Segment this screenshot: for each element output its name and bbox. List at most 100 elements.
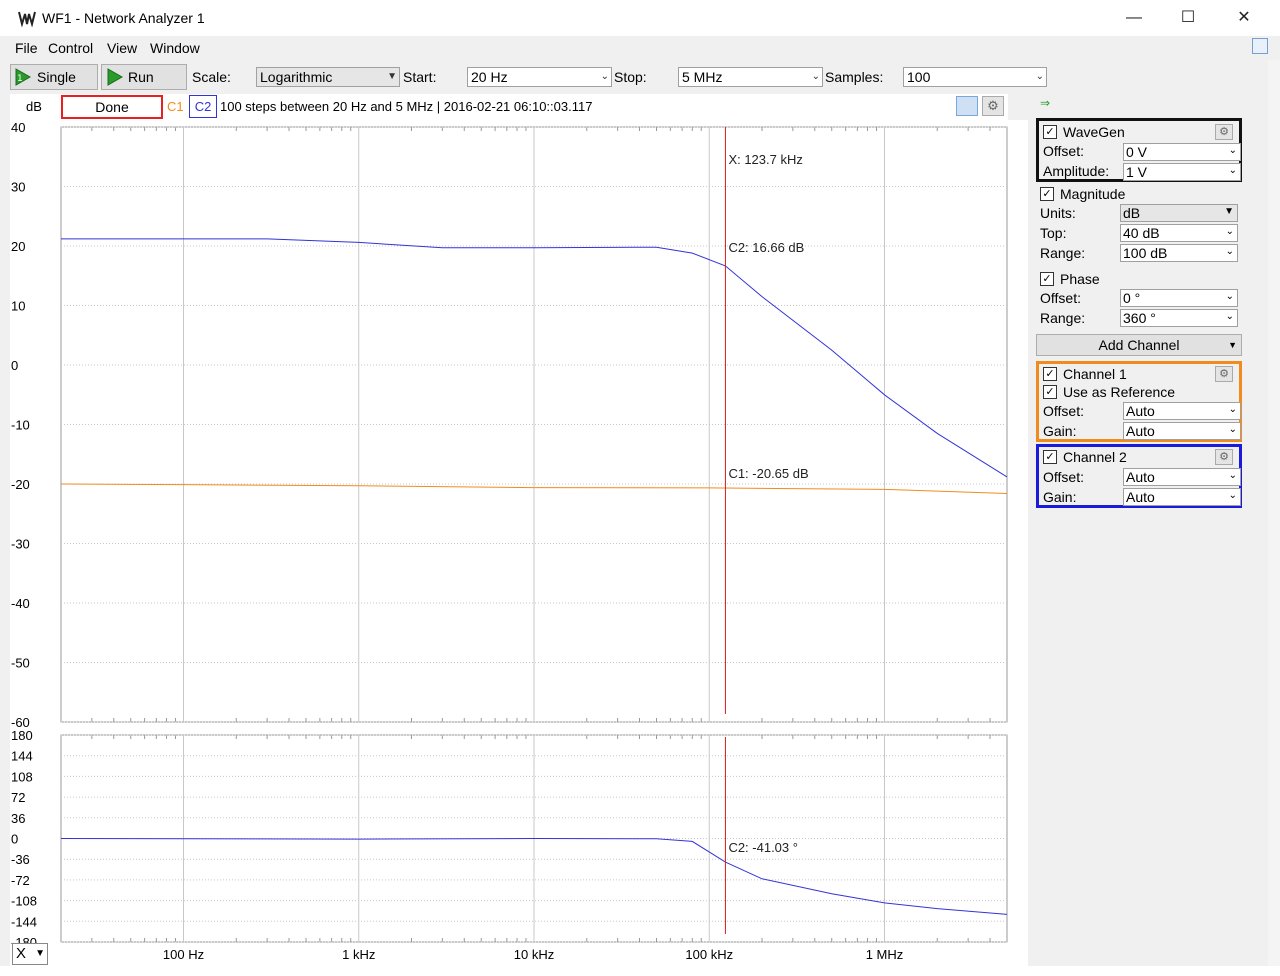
phase-tick-label: 72 bbox=[11, 790, 25, 805]
channel2-gain-label: Gain: bbox=[1043, 489, 1077, 505]
channel2-offset-value: Auto bbox=[1126, 469, 1155, 485]
magnitude-top-select[interactable]: 40 dB ⌄ bbox=[1120, 224, 1238, 242]
phase-label: Phase bbox=[1060, 271, 1100, 287]
maximize-button[interactable]: ☐ bbox=[1160, 0, 1216, 36]
stop-value: 5 MHz bbox=[682, 69, 723, 85]
chevron-down-icon: ⌄ bbox=[1228, 424, 1237, 435]
chevron-down-icon: ⌄ bbox=[1225, 246, 1234, 257]
channel2-offset-label: Offset: bbox=[1043, 469, 1084, 485]
channel1-gain-select[interactable]: Auto ⌄ bbox=[1123, 422, 1241, 440]
channel2-offset-select[interactable]: Auto ⌄ bbox=[1123, 468, 1241, 486]
channel1-offset-select[interactable]: Auto ⌄ bbox=[1123, 402, 1241, 420]
phase-tick-label: 180 bbox=[11, 728, 33, 743]
phase-range-value: 360 ° bbox=[1123, 310, 1156, 326]
channel1-gain-label: Gain: bbox=[1043, 423, 1077, 439]
channel1-checkbox[interactable]: ✓ bbox=[1043, 367, 1057, 381]
channel1-offset-value: Auto bbox=[1126, 403, 1155, 419]
x-selector-value: X bbox=[16, 945, 27, 962]
phase-tick-label: 0 bbox=[11, 832, 18, 847]
menu-file[interactable]: File bbox=[15, 40, 38, 56]
magnitude-label: Magnitude bbox=[1060, 186, 1126, 202]
magnitude-tick-label: 0 bbox=[11, 358, 18, 373]
channel1-gain-value: Auto bbox=[1126, 423, 1155, 439]
run-play-icon bbox=[107, 68, 124, 86]
phase-offset-select[interactable]: 0 ° ⌄ bbox=[1120, 289, 1238, 307]
magnitude-units-select[interactable]: dB ▼ bbox=[1120, 204, 1238, 222]
wavegen-amplitude-value: 1 V bbox=[1126, 164, 1148, 180]
chevron-down-icon: ⌄ bbox=[811, 71, 820, 82]
c1-tag[interactable]: C1 bbox=[167, 99, 184, 114]
status-badge: Done bbox=[61, 95, 163, 119]
frequency-tick-label: 100 Hz bbox=[163, 947, 204, 962]
wavegen-group: ✓ WaveGen ⚙ Offset: 0 V ⌄ Amplitude: 1 V ⌄ bbox=[1036, 118, 1242, 182]
channel2-gear-icon[interactable]: ⚙ bbox=[1215, 449, 1233, 465]
magnitude-tick-label: 20 bbox=[11, 239, 25, 254]
channel1-gear-icon[interactable]: ⚙ bbox=[1215, 366, 1233, 382]
frequency-tick-label: 100 kHz bbox=[685, 947, 733, 962]
c2-tag[interactable]: C2 bbox=[189, 95, 217, 118]
magnitude-range-select[interactable]: 100 dB ⌄ bbox=[1120, 244, 1238, 262]
chevron-down-icon: ⌄ bbox=[600, 71, 609, 82]
frequency-tick-label: 10 kHz bbox=[514, 947, 554, 962]
frequency-axis: 100 Hz 1 kHz 10 kHz 100 kHz 1 MHz bbox=[163, 947, 903, 962]
channel2-checkbox[interactable]: ✓ bbox=[1043, 450, 1057, 464]
scale-select[interactable]: Logarithmic ▼ bbox=[256, 67, 400, 87]
cursor-c1-magnitude-readout: C1: -20.65 dB bbox=[728, 466, 808, 481]
wavegen-offset-select[interactable]: 0 V ⌄ bbox=[1123, 143, 1241, 161]
single-label: Single bbox=[37, 69, 76, 85]
magnitude-checkbox[interactable]: ✓ bbox=[1040, 187, 1054, 201]
phase-range-select[interactable]: 360 ° ⌄ bbox=[1120, 309, 1238, 327]
cursor-c2-magnitude-readout: C2: 16.66 dB bbox=[728, 240, 804, 255]
run-label: Run bbox=[128, 69, 154, 85]
stop-label: Stop: bbox=[614, 69, 647, 85]
menu-bar: File Control View Window bbox=[8, 38, 1248, 60]
magnitude-tick-label: 10 bbox=[11, 299, 25, 314]
magnitude-top-value: 40 dB bbox=[1123, 225, 1160, 241]
wavegen-gear-icon[interactable]: ⚙ bbox=[1215, 124, 1233, 140]
add-channel-button[interactable]: Add Channel ▼ bbox=[1036, 334, 1242, 356]
phase-checkbox[interactable]: ✓ bbox=[1040, 272, 1054, 286]
wavegen-label: WaveGen bbox=[1063, 124, 1125, 140]
chevron-down-icon: ⌄ bbox=[1228, 404, 1237, 415]
plot-settings-gear-icon[interactable]: ⚙ bbox=[982, 96, 1004, 116]
cursor-c2-phase-readout: C2: -41.03 ° bbox=[728, 840, 798, 855]
menu-view[interactable]: View bbox=[107, 40, 137, 56]
expand-arrow-icon[interactable]: ⇒ bbox=[1040, 96, 1050, 110]
minimize-button[interactable]: — bbox=[1106, 0, 1162, 36]
channel2-gain-value: Auto bbox=[1126, 489, 1155, 505]
restore-panel-icon[interactable] bbox=[1252, 38, 1268, 54]
dropdown-arrow-icon: ▼ bbox=[387, 71, 397, 82]
single-button[interactable]: 1 Single bbox=[10, 64, 98, 90]
menu-control[interactable]: Control bbox=[48, 40, 93, 56]
phase-tick-label: 108 bbox=[11, 769, 33, 784]
channel1-offset-label: Offset: bbox=[1043, 403, 1084, 419]
scale-value: Logarithmic bbox=[260, 69, 333, 85]
settings-panel: ⇒ ✓ WaveGen ⚙ Offset: 0 V ⌄ Amplitude: 1 … bbox=[1032, 96, 1246, 516]
magnitude-range-value: 100 dB bbox=[1123, 245, 1168, 261]
start-select[interactable]: 20 Hz ⌄ bbox=[467, 67, 612, 87]
menu-window[interactable]: Window bbox=[150, 40, 200, 56]
wavegen-amplitude-select[interactable]: 1 V ⌄ bbox=[1123, 163, 1241, 181]
magnitude-units-label: Units: bbox=[1040, 205, 1076, 221]
channel2-gain-select[interactable]: Auto ⌄ bbox=[1123, 488, 1241, 506]
magnitude-plot: 403020100-10-20-30-40-50-60X: 123.7 kHzC… bbox=[11, 120, 1008, 730]
use-as-reference-checkbox[interactable]: ✓ bbox=[1043, 385, 1057, 399]
magnitude-range-label: Range: bbox=[1040, 245, 1086, 261]
wavegen-offset-value: 0 V bbox=[1126, 144, 1148, 160]
close-button[interactable]: ✕ bbox=[1216, 0, 1272, 36]
phase-offset-value: 0 ° bbox=[1123, 290, 1141, 306]
chevron-down-icon: ⌄ bbox=[1228, 470, 1237, 481]
window-scrollbar[interactable] bbox=[1268, 60, 1280, 976]
network-analyzer-window: WF1 - Network Analyzer 1 — ☐ ✕ File Cont… bbox=[0, 0, 1280, 976]
waveforms-app-icon bbox=[18, 9, 36, 27]
magnitude-tick-label: -20 bbox=[11, 477, 30, 492]
dropdown-arrow-icon: ▼ bbox=[1224, 206, 1234, 217]
stop-select[interactable]: 5 MHz ⌄ bbox=[678, 67, 823, 87]
wavegen-checkbox[interactable]: ✓ bbox=[1043, 125, 1057, 139]
samples-select[interactable]: 100 ⌄ bbox=[903, 67, 1047, 87]
x-axis-selector[interactable]: X ▼ bbox=[12, 943, 48, 965]
dropdown-arrow-icon: ▼ bbox=[1228, 340, 1237, 350]
run-button[interactable]: Run bbox=[101, 64, 187, 90]
network-analyzer-plot[interactable]: 403020100-10-20-30-40-50-60X: 123.7 kHzC… bbox=[10, 120, 1028, 972]
plot-options-icon[interactable] bbox=[956, 96, 978, 116]
